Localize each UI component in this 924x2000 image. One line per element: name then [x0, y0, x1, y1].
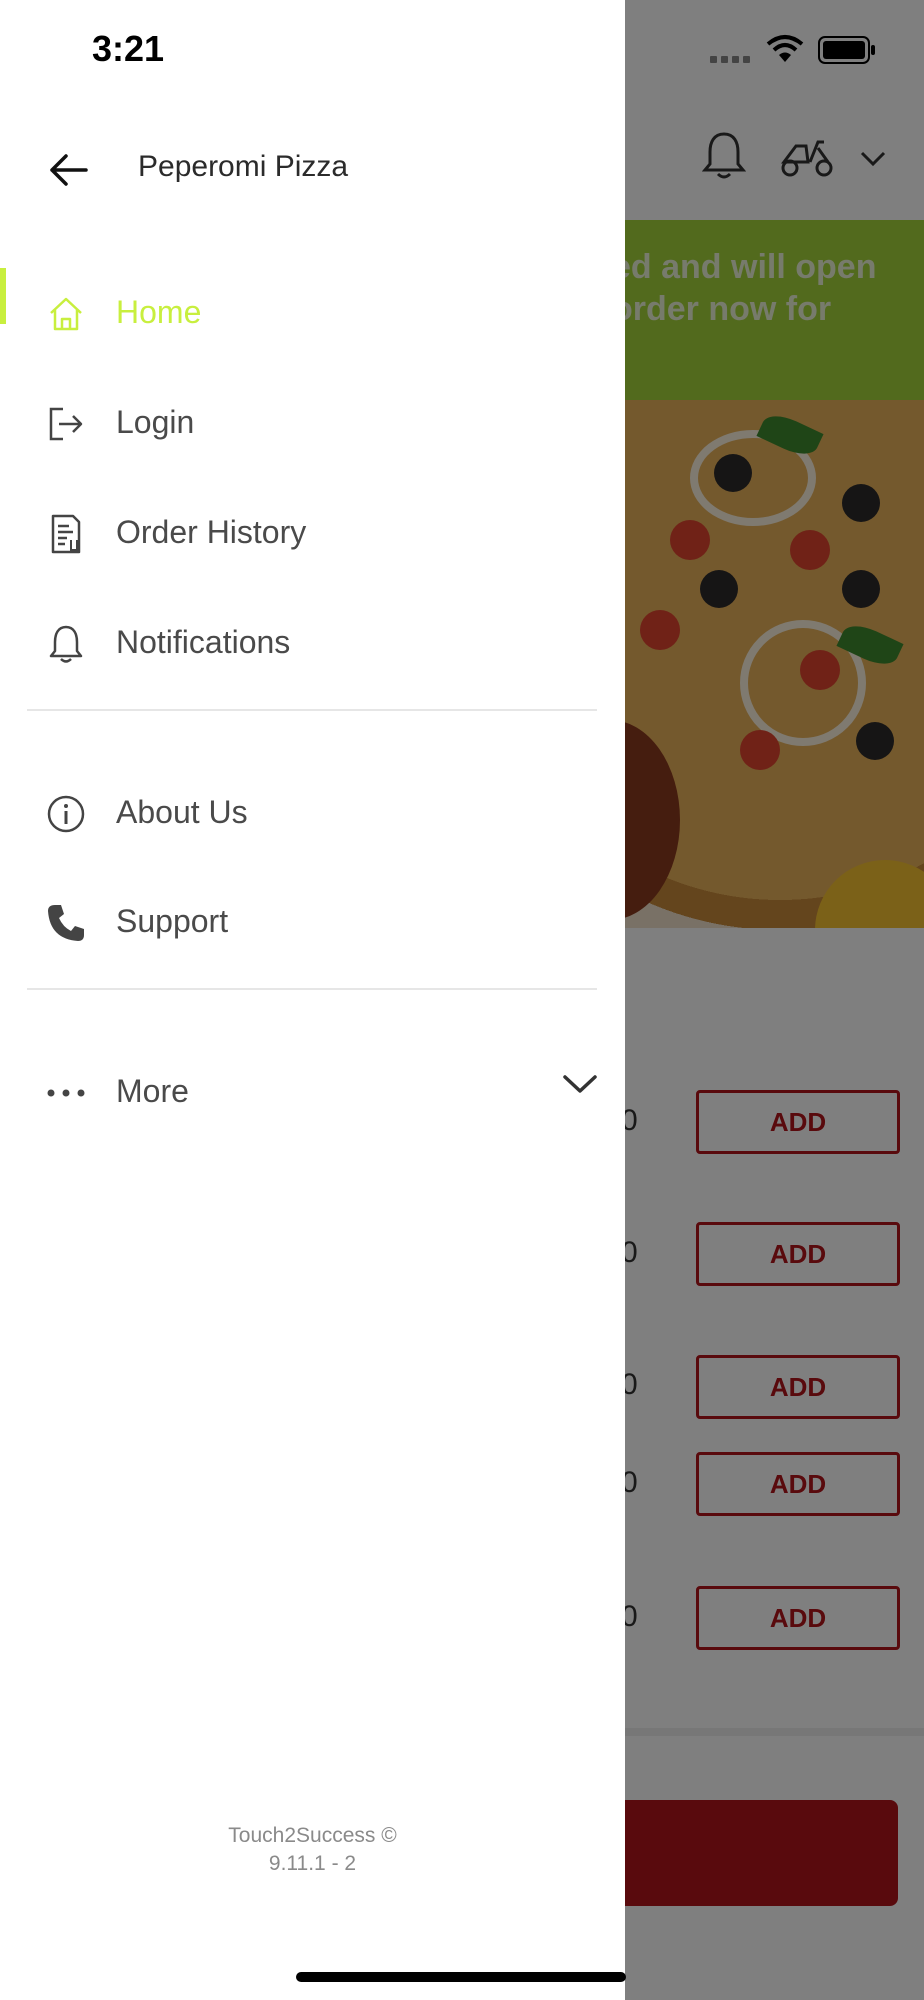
info-icon	[47, 795, 85, 833]
home-indicator	[296, 1972, 626, 1982]
nav-item-home[interactable]: Home	[0, 268, 600, 358]
nav-item-order-history[interactable]: Order History	[0, 488, 600, 578]
nav-item-notifications[interactable]: Notifications	[0, 598, 600, 688]
menu-divider	[27, 988, 597, 990]
nav-item-label: More	[116, 1073, 189, 1109]
menu-divider	[27, 709, 597, 711]
footer-brand: Touch2Success ©	[228, 1824, 397, 1847]
nav-item-label: About Us	[116, 794, 248, 830]
restaurant-name: Peperomi Pizza	[138, 150, 349, 183]
login-icon	[49, 407, 83, 441]
more-dots-icon	[47, 1089, 85, 1097]
nav-item-label: Notifications	[116, 624, 291, 660]
arrow-left-icon	[50, 154, 88, 186]
home-icon	[50, 297, 82, 331]
nav-item-about-us[interactable]: About Us	[0, 768, 600, 858]
navigation-drawer: 3:21 Peperomi Pizza Home Login Order His…	[0, 0, 625, 2000]
nav-item-label: Support	[116, 903, 229, 939]
nav-item-login[interactable]: Login	[0, 378, 600, 468]
nav-item-label: Login	[116, 404, 195, 440]
active-indicator	[0, 268, 6, 324]
nav-item-more[interactable]: More	[0, 1047, 600, 1137]
footer-version: 9.11.1 - 2	[268, 1852, 357, 1875]
nav-item-label: Order History	[116, 514, 307, 550]
nav-item-label: Home	[116, 294, 202, 330]
phone-icon	[48, 905, 84, 941]
drawer-header: Peperomi Pizza	[0, 130, 625, 206]
bell-icon	[49, 625, 83, 663]
back-button[interactable]	[44, 146, 92, 194]
status-time: 3:21	[92, 28, 165, 69]
nav-item-support[interactable]: Support	[0, 877, 600, 967]
chevron-down-icon[interactable]	[562, 1073, 598, 1095]
receipt-icon	[51, 514, 81, 554]
